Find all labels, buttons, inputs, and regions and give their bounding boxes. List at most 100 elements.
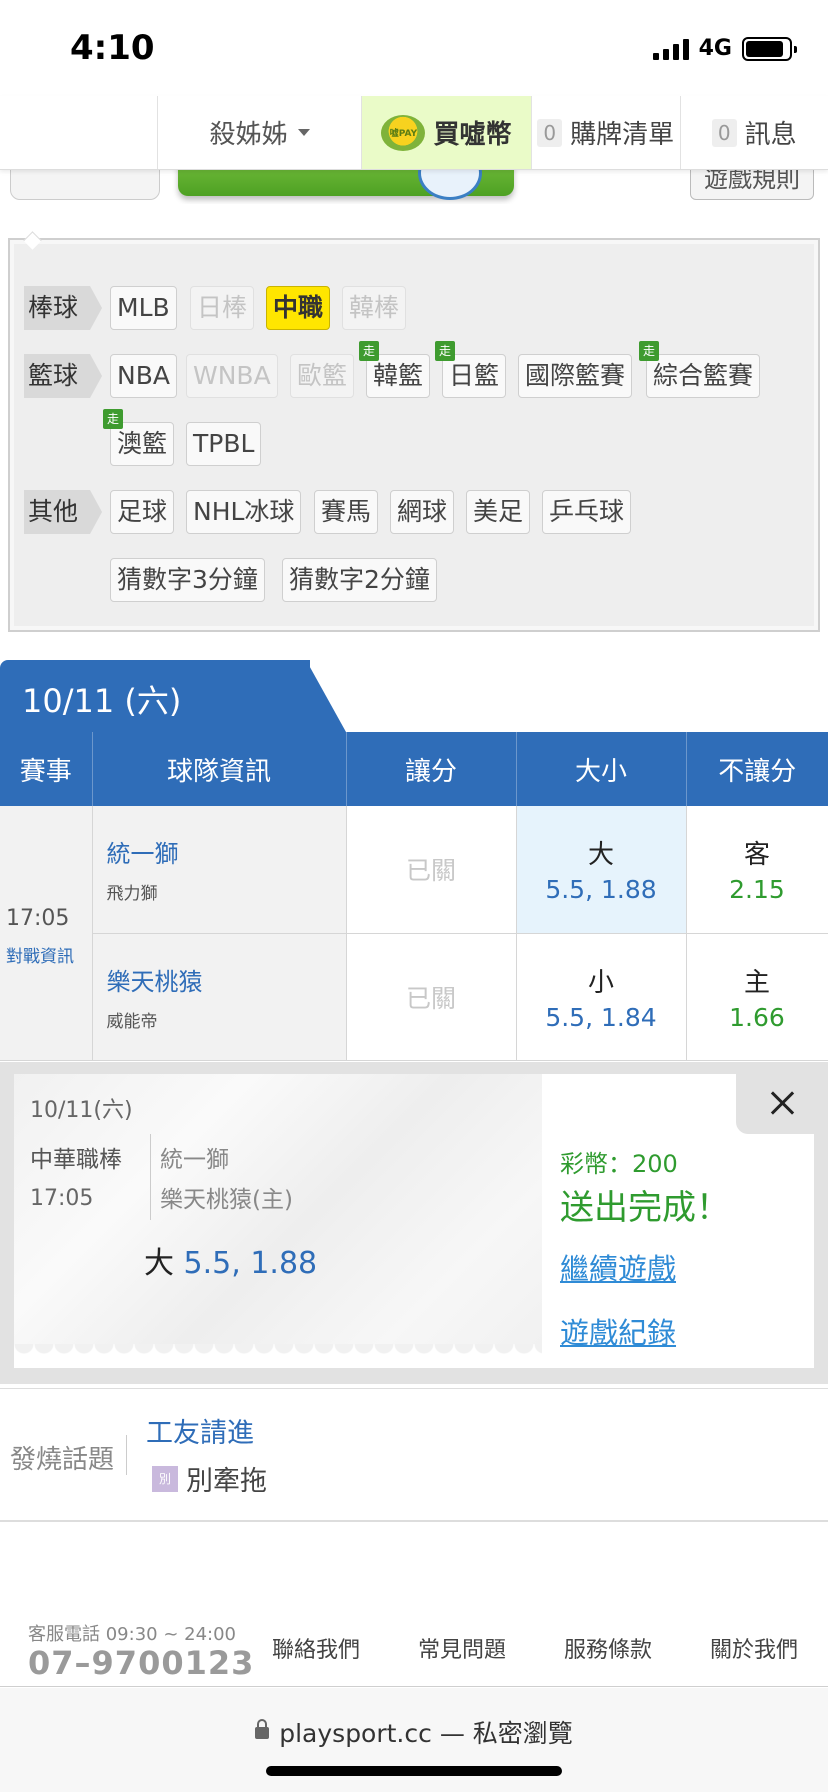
footer-link-faq[interactable]: 常見問題: [418, 1632, 506, 1664]
matchup-info-link[interactable]: 對戰資訊: [6, 942, 74, 967]
hot-topic-title: 別牽拖: [186, 1466, 267, 1497]
ticket-time: 17:05: [30, 1186, 94, 1211]
chip-international-basketball[interactable]: 國際籃賽: [518, 354, 633, 398]
username: 殺姊姊: [209, 120, 288, 150]
chip-tennis[interactable]: 網球: [390, 490, 455, 534]
over-value: 5.5, 1.88: [545, 875, 657, 905]
chip-table-tennis[interactable]: 乒乓球: [542, 490, 632, 534]
table-row: 17:05 對戰資訊 統一獅 飛力獅 已關 大 5.5, 1.88 客 2.15: [0, 806, 828, 1061]
away-team-name[interactable]: 統一獅: [107, 834, 346, 869]
address-bar[interactable]: playsport.cc — 私密瀏覽: [0, 1714, 828, 1750]
chip-japan-basketball[interactable]: 走 日籃: [435, 341, 507, 398]
submit-complete-message: 送出完成！: [560, 1188, 730, 1228]
game-time: 17:05: [6, 906, 70, 931]
chip-combined-basketball[interactable]: 走 綜合籃賽: [639, 341, 761, 398]
header-spread: 讓分: [346, 732, 517, 806]
coins-used: 彩幣：200: [560, 1150, 678, 1178]
chip-nhl[interactable]: NHL冰球: [186, 490, 302, 534]
ticket-divider: [150, 1134, 151, 1220]
footer: 客服電話 09:30 ~ 24:00 07–9700123 聯絡我們 常見問題 …: [0, 1600, 828, 1688]
date-header: 10/11 (六): [0, 660, 346, 732]
confirmation-actions: 彩幣：200 送出完成！ 繼續遊戲 遊戲紀錄: [560, 1074, 828, 1368]
home-indicator[interactable]: [266, 1766, 562, 1776]
chip-soccer[interactable]: 足球: [110, 490, 175, 534]
away-moneyline-cell[interactable]: 客 2.15: [686, 806, 828, 934]
table-header-row: 賽事 球隊資訊 讓分 大小 不讓分: [0, 732, 828, 806]
chip-cpbl[interactable]: 中職: [266, 286, 331, 330]
over-label: 大: [587, 840, 614, 871]
promo-banner[interactable]: [178, 170, 514, 200]
chip-australia-basketball[interactable]: 走 澳籃: [103, 409, 175, 466]
footer-link-contact[interactable]: 聯絡我們: [272, 1632, 360, 1664]
chip-label: 澳籃: [117, 429, 168, 458]
header-team-info: 球隊資訊: [92, 732, 347, 806]
lock-icon: [255, 1719, 270, 1739]
walk-badge: 走: [435, 341, 455, 361]
nav-spacer: [0, 96, 158, 169]
close-button[interactable]: [736, 1074, 828, 1134]
battery-icon: [742, 36, 797, 61]
category-label-basketball: 籃球: [24, 354, 102, 398]
ticket-team-home: 樂天桃猿(主): [160, 1187, 293, 1213]
top-nav: 殺姊姊 噓PAY 買噓幣 0 購牌清單 0 訊息: [0, 96, 828, 170]
ticket-bet-label: 大: [144, 1246, 174, 1281]
footer-link-terms[interactable]: 服務條款: [564, 1632, 652, 1664]
chip-horse-racing[interactable]: 賽馬: [314, 490, 379, 534]
header-moneyline: 不讓分: [686, 732, 828, 806]
game-record-link[interactable]: 遊戲紀錄: [560, 1310, 676, 1352]
table-row: 樂天桃猿 威能帝 已關 小 5.5, 1.84 主 1.66: [0, 933, 828, 1061]
chip-nba[interactable]: NBA: [110, 354, 177, 398]
chip-guess-number-2[interactable]: 猜數字2分鐘: [282, 558, 437, 602]
banner-strip: 遊戲規則: [0, 170, 828, 204]
home-team-name[interactable]: 樂天桃猿: [107, 962, 346, 997]
status-indicators: 4G: [652, 36, 797, 61]
chip-euro-basketball: 歐籃: [290, 354, 355, 398]
walk-badge: 走: [359, 341, 379, 361]
banner-left-button[interactable]: [10, 170, 160, 200]
hot-topics-label: 發燒話題: [10, 1445, 115, 1475]
service-phone[interactable]: 07–9700123: [28, 1644, 254, 1682]
games-table: 賽事 球隊資訊 讓分 大小 不讓分 17:05 對戰資訊 統一獅 飛力獅 已關 …: [0, 732, 828, 1061]
away-team-cell: 統一獅 飛力獅: [92, 806, 347, 934]
category-label-baseball: 棒球: [24, 286, 102, 330]
coin-pay-icon: 噓PAY: [381, 114, 426, 151]
away-pitcher: 飛力獅: [106, 884, 158, 905]
chip-korea-basketball[interactable]: 走 韓籃: [359, 341, 431, 398]
chip-guess-number-3[interactable]: 猜數字3分鐘: [110, 558, 265, 602]
messages-button[interactable]: 0 訊息: [681, 96, 828, 169]
bet-confirmation-panel: 10/11(六) 中華職棒 17:05 統一獅 樂天桃猿(主) 大 5.5, 1…: [0, 1062, 828, 1384]
under-label: 小: [587, 967, 614, 998]
header-event: 賽事: [0, 732, 93, 806]
footer-link-about[interactable]: 關於我們: [710, 1632, 798, 1664]
home-moneyline-cell[interactable]: 主 1.66: [686, 933, 828, 1061]
caret-down-icon: [297, 129, 310, 136]
chip-npb: 日棒: [190, 286, 255, 330]
hot-topic-link[interactable]: 別 別牽拖: [152, 1459, 267, 1498]
browser-bar: playsport.cc — 私密瀏覽: [0, 1688, 828, 1792]
game-time-cell: 17:05 對戰資訊: [0, 806, 93, 1061]
game-rules-button[interactable]: 遊戲規則: [690, 170, 814, 200]
chip-mlb[interactable]: MLB: [110, 286, 177, 330]
cart-button[interactable]: 0 購牌清單: [532, 96, 681, 169]
chip-label: 韓籃: [373, 361, 424, 390]
status-bar: 4:10 4G: [0, 0, 828, 96]
hot-topic-link[interactable]: 工友請進: [146, 1411, 254, 1450]
service-hours: 客服電話 09:30 ~ 24:00: [28, 1624, 236, 1645]
hot-topics-divider: [126, 1435, 127, 1475]
bet-ticket: 10/11(六) 中華職棒 17:05 統一獅 樂天桃猿(主) 大 5.5, 1…: [14, 1074, 542, 1358]
over-odds-cell[interactable]: 大 5.5, 1.88: [516, 806, 687, 934]
user-menu[interactable]: 殺姊姊: [158, 96, 362, 169]
bet-confirmation-card: 10/11(六) 中華職棒 17:05 統一獅 樂天桃猿(主) 大 5.5, 1…: [14, 1074, 828, 1368]
ticket-team-away: 統一獅: [160, 1147, 229, 1173]
chip-american-football[interactable]: 美足: [466, 490, 531, 534]
chip-tpbl[interactable]: TPBL: [186, 422, 262, 466]
status-time: 4:10: [70, 28, 155, 68]
walk-badge: 走: [103, 409, 123, 429]
home-ml-value: 1.66: [729, 1002, 785, 1032]
away-spread-closed: 已關: [405, 856, 456, 886]
under-odds-cell[interactable]: 小 5.5, 1.84: [516, 933, 687, 1061]
continue-game-link[interactable]: 繼續遊戲: [560, 1246, 676, 1288]
buy-coins-button[interactable]: 噓PAY 買噓幣: [362, 96, 532, 169]
messages-label: 訊息: [744, 120, 797, 150]
signal-icon: [652, 38, 689, 60]
